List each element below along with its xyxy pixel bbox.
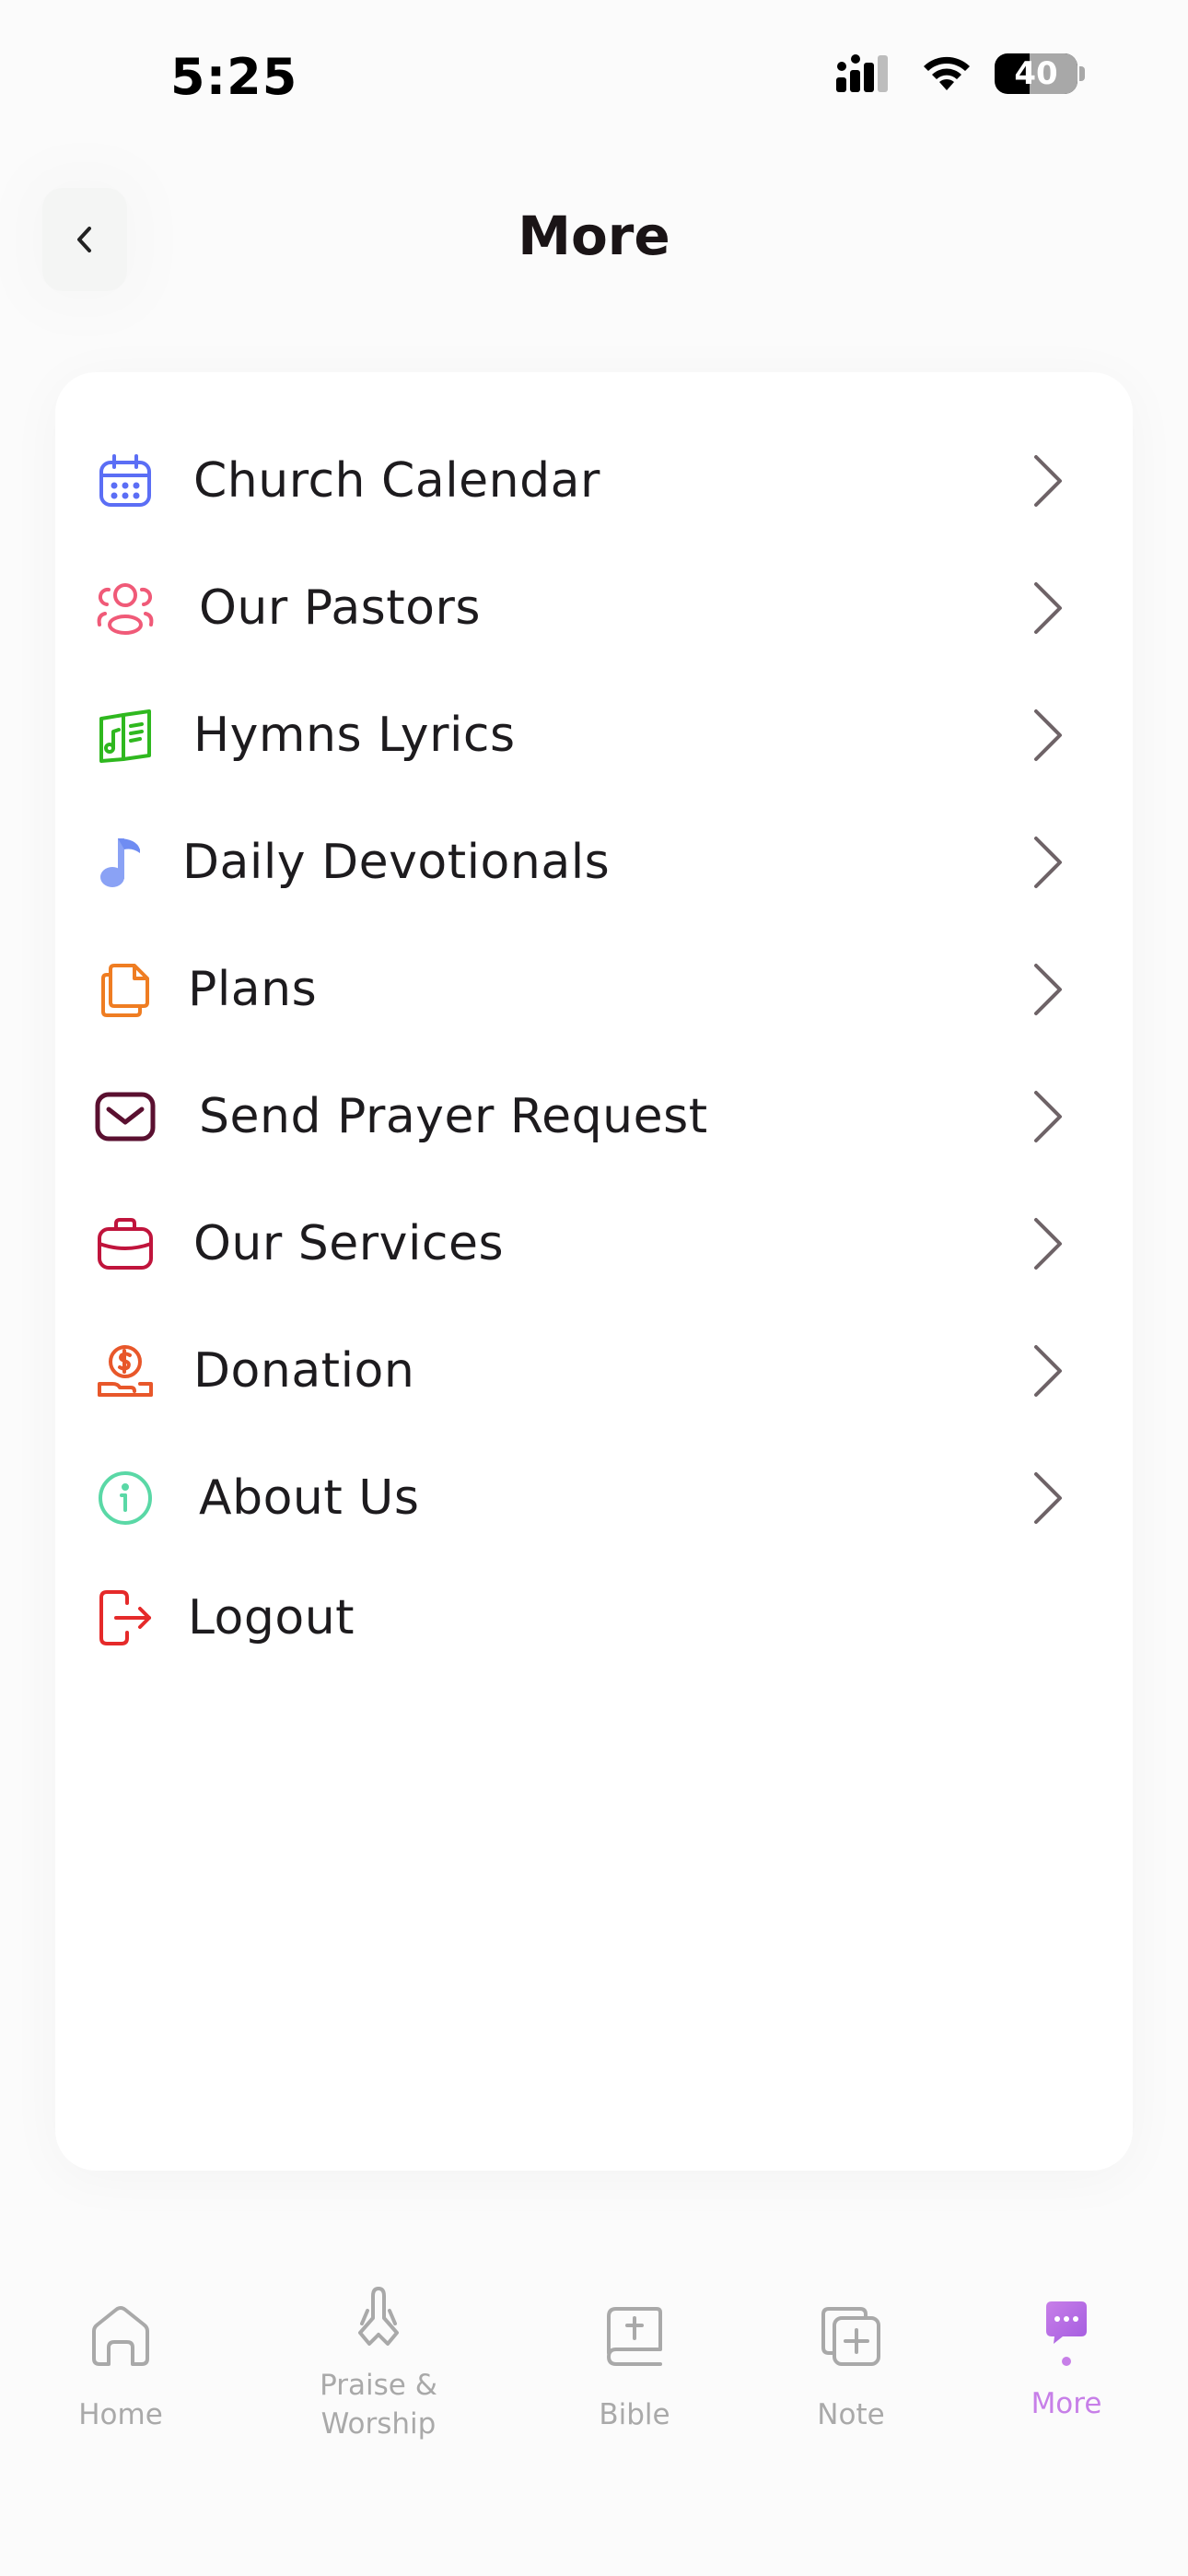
bible-icon: [598, 2300, 671, 2373]
tab-praise-worship[interactable]: Praise & Worship: [268, 2248, 489, 2488]
status-time: 5:25: [170, 48, 298, 106]
wifi-icon: [924, 56, 970, 90]
note-add-icon: [814, 2300, 888, 2373]
menu-item-about-us[interactable]: About Us: [55, 1443, 1133, 1553]
active-tab-indicator: [1062, 2357, 1071, 2366]
documents-icon: [92, 956, 158, 1023]
cellular-signal-icon: [836, 54, 888, 92]
tab-label: Praise & Worship: [320, 2369, 437, 2441]
menu-item-label: Our Pastors: [199, 580, 481, 636]
chevron-right-icon: [1024, 1465, 1070, 1531]
chevron-right-icon: [1024, 448, 1070, 514]
menu-item-our-pastors[interactable]: Our Pastors: [55, 553, 1133, 663]
status-bar: 5:25 40: [0, 0, 1188, 157]
menu-item-plans[interactable]: Plans: [55, 934, 1133, 1045]
calendar-icon: [92, 448, 158, 514]
chevron-right-icon: [1024, 1083, 1070, 1150]
tab-note[interactable]: Note: [740, 2248, 961, 2488]
briefcase-icon: [92, 1211, 158, 1277]
battery-icon: 40: [995, 53, 1077, 94]
music-note-icon: [88, 829, 155, 896]
tab-home[interactable]: Home: [10, 2248, 231, 2488]
envelope-icon: [92, 1083, 158, 1150]
chevron-right-icon: [1024, 956, 1070, 1023]
menu-card: Church Calendar Our Pastors Hymns Lyrics…: [55, 372, 1133, 2171]
tab-label: Note: [817, 2398, 885, 2431]
battery-level: 40: [1014, 55, 1058, 92]
menu-item-label: About Us: [199, 1470, 420, 1526]
menu-item-send-prayer-request[interactable]: Send Prayer Request: [55, 1061, 1133, 1172]
tab-bible[interactable]: Bible: [524, 2248, 745, 2488]
chevron-right-icon: [1024, 829, 1070, 896]
menu-item-label: Hymns Lyrics: [193, 708, 516, 763]
donation-coin-icon: [92, 1338, 158, 1404]
status-icons: 40: [836, 53, 1085, 94]
tab-more[interactable]: More: [956, 2248, 1177, 2488]
tab-label: More: [1031, 2387, 1102, 2420]
lyrics-book-icon: [92, 702, 158, 768]
home-icon: [84, 2300, 157, 2373]
menu-item-church-calendar[interactable]: Church Calendar: [55, 426, 1133, 536]
tab-bar: Home Praise & Worship Bible Note More: [0, 2248, 1188, 2576]
menu-item-label: Plans: [188, 962, 318, 1017]
page-title: More: [518, 205, 670, 267]
menu-item-logout[interactable]: Logout: [55, 1563, 1133, 1673]
tab-label: Bible: [599, 2398, 670, 2431]
more-chat-icon: [1030, 2296, 1103, 2351]
menu-item-label: Church Calendar: [193, 453, 600, 509]
chevron-right-icon: [1024, 575, 1070, 641]
menu-item-label: Daily Devotionals: [182, 835, 611, 890]
chevron-right-icon: [1024, 1211, 1070, 1277]
menu-item-label: Logout: [188, 1590, 355, 1645]
info-icon: [92, 1465, 158, 1531]
menu-item-daily-devotionals[interactable]: Daily Devotionals: [55, 807, 1133, 918]
praying-hands-icon: [342, 2279, 415, 2353]
logout-icon: [92, 1585, 158, 1651]
menu-item-hymns-lyrics[interactable]: Hymns Lyrics: [55, 680, 1133, 790]
chevron-right-icon: [1024, 702, 1070, 768]
menu-item-our-services[interactable]: Our Services: [55, 1188, 1133, 1299]
chevron-right-icon: [1024, 1338, 1070, 1404]
tab-label: Home: [78, 2398, 163, 2431]
menu-item-label: Send Prayer Request: [199, 1089, 708, 1144]
menu-item-label: Donation: [193, 1343, 415, 1399]
menu-item-label: Our Services: [193, 1216, 505, 1271]
people-icon: [92, 575, 158, 641]
menu-item-donation[interactable]: Donation: [55, 1316, 1133, 1426]
